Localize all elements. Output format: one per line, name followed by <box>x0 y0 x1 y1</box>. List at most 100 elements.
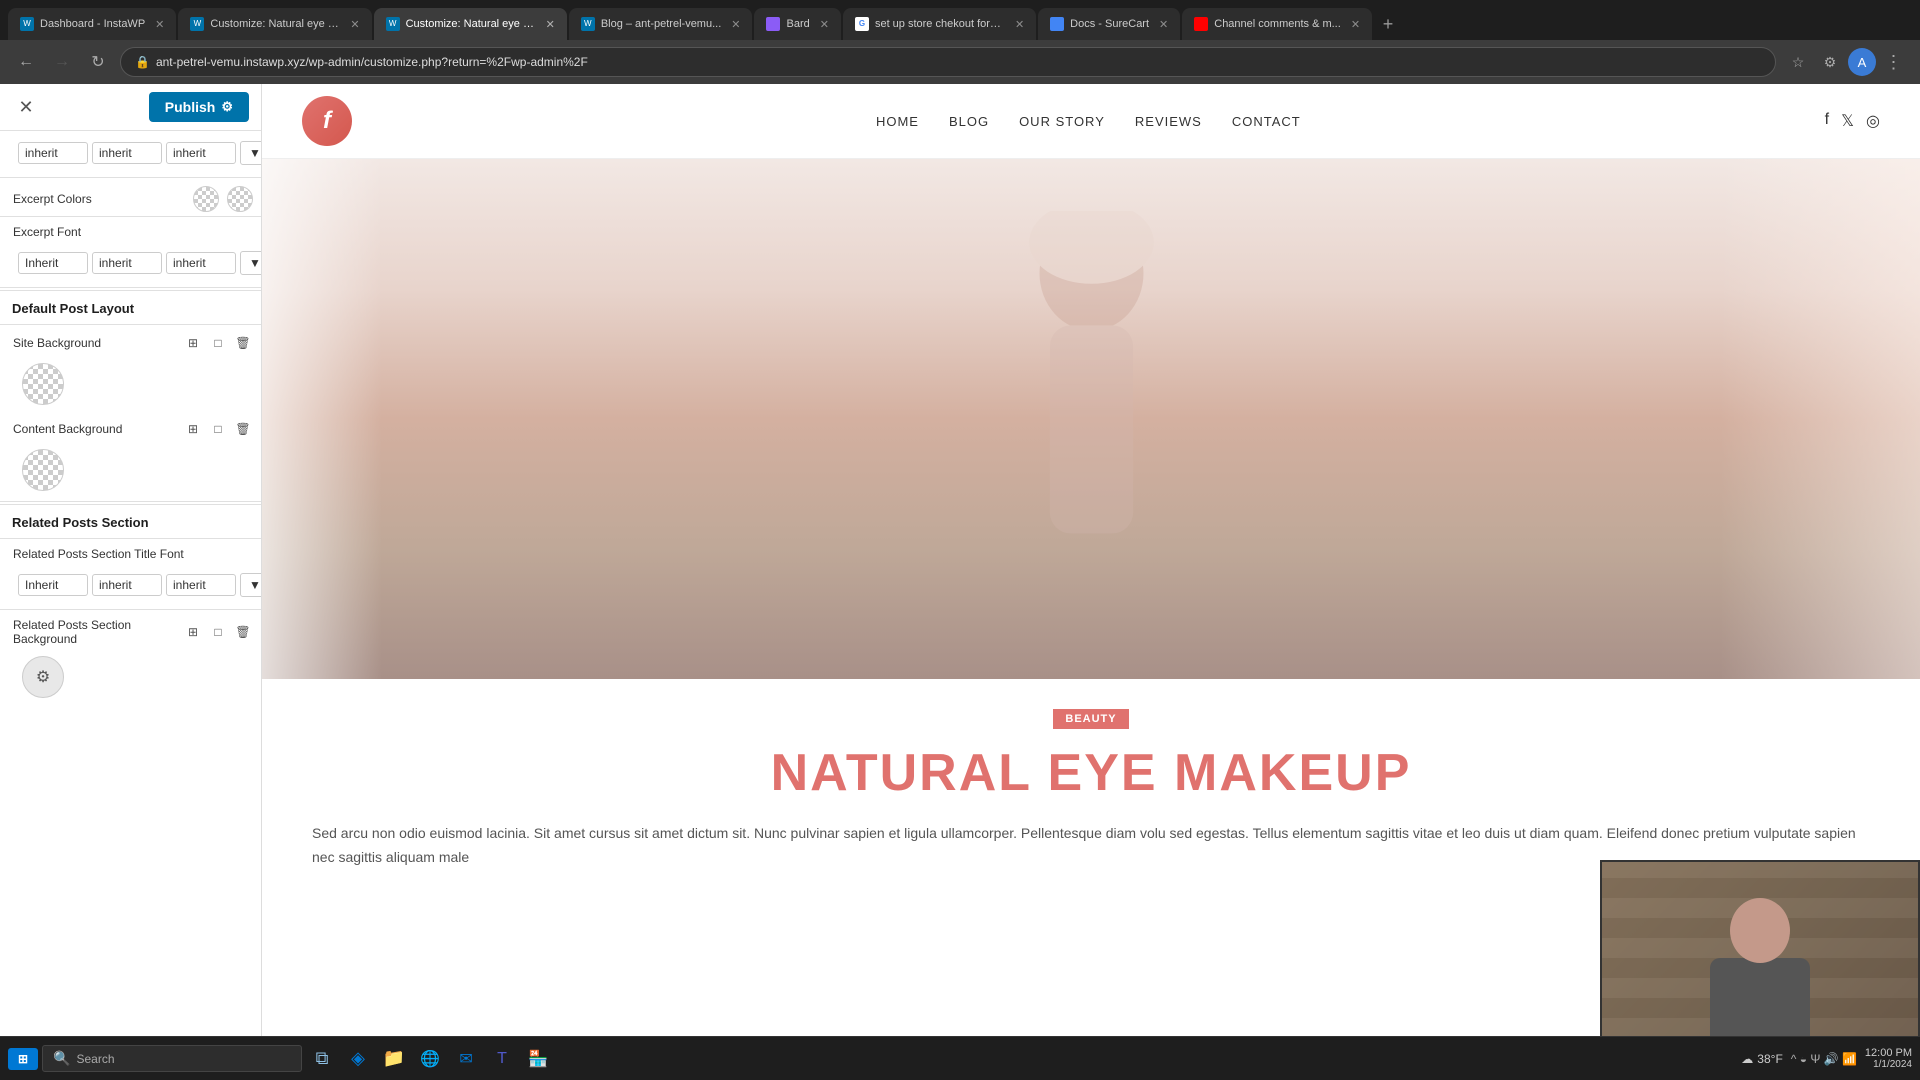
nav-our-story[interactable]: OUR STORY <box>1019 114 1105 129</box>
content-bg-icon-2[interactable]: □ <box>208 419 228 439</box>
excerpt-colors-label: Excerpt Colors <box>8 192 193 206</box>
site-bg-icon-3[interactable]: 🗑 <box>233 333 253 353</box>
tab-close-2[interactable]: ✕ <box>350 18 359 31</box>
main-layout: ✕ Publish ⚙ ▼ <box>0 84 1920 1080</box>
panel-scroll-area[interactable]: ▼ Excerpt Colors <box>0 131 261 1042</box>
tab-dashboard[interactable]: W Dashboard - InstaWP ✕ <box>8 8 176 40</box>
tab-customize-2[interactable]: W Customize: Natural eye m... ✕ <box>178 8 371 40</box>
weather-widget: ☁ 38°F <box>1741 1052 1782 1066</box>
teams-icon: T <box>497 1050 507 1068</box>
nav-home[interactable]: HOME <box>876 114 919 129</box>
extensions-button[interactable]: ⚙ <box>1816 48 1844 76</box>
font-dropdown-1[interactable]: ▼ <box>240 141 261 165</box>
taskbar-store-icon[interactable]: 🏪 <box>522 1043 554 1075</box>
beauty-badge: BEAUTY <box>1053 709 1128 729</box>
tab-close-8[interactable]: ✕ <box>1351 18 1360 31</box>
publish-bar: ✕ Publish ⚙ <box>0 84 261 131</box>
nav-contact[interactable]: CONTACT <box>1232 114 1301 129</box>
font-row-top: ▼ <box>0 131 261 175</box>
file-explorer-icon: 📁 <box>383 1048 405 1069</box>
tab-store[interactable]: G set up store chekout form... ✕ <box>843 8 1036 40</box>
close-customizer-button[interactable]: ✕ <box>12 93 40 121</box>
nav-blog[interactable]: BLOG <box>949 114 989 129</box>
font-input-1b[interactable] <box>92 142 162 164</box>
tab-favicon-6: G <box>855 17 869 31</box>
profile-button[interactable]: A <box>1848 48 1876 76</box>
taskbar-teams-icon[interactable]: T <box>486 1043 518 1075</box>
font-input-2b[interactable] <box>92 252 162 274</box>
tab-blog[interactable]: W Blog – ant-petrel-vemu... ✕ <box>569 8 753 40</box>
menu-button[interactable]: ⋮ <box>1880 48 1908 76</box>
taskbar-view-icon[interactable]: ⧉ <box>306 1043 338 1075</box>
browser-window: W Dashboard - InstaWP ✕ W Customize: Nat… <box>0 0 1920 84</box>
font-input-2a[interactable] <box>18 252 88 274</box>
tab-yt[interactable]: Channel comments & m... ✕ <box>1182 8 1372 40</box>
tab-close-5[interactable]: ✕ <box>820 18 829 31</box>
tab-close-6[interactable]: ✕ <box>1015 18 1024 31</box>
tab-close-4[interactable]: ✕ <box>731 18 740 31</box>
tab-docs[interactable]: Docs - SureCart ✕ <box>1038 8 1180 40</box>
font-input-1c[interactable] <box>166 142 236 164</box>
related-posts-title-font-label: Related Posts Section Title Font <box>8 547 253 561</box>
forward-button[interactable]: → <box>48 48 76 76</box>
content-background-swatch[interactable] <box>22 449 64 491</box>
excerpt-color-2[interactable] <box>227 186 253 212</box>
weather-icon: ☁ <box>1741 1052 1753 1066</box>
related-posts-bg-icon-2[interactable]: □ <box>208 622 228 642</box>
facebook-icon[interactable]: f <box>1825 111 1829 131</box>
taskbar-chrome-icon[interactable]: 🌐 <box>414 1043 446 1075</box>
reload-button[interactable]: ↻ <box>84 48 112 76</box>
tab-favicon-7 <box>1050 17 1064 31</box>
nav-reviews[interactable]: REVIEWS <box>1135 114 1202 129</box>
twitter-icon[interactable]: 𝕏 <box>1841 111 1854 131</box>
font-dropdown-2[interactable]: ▼ <box>240 251 261 275</box>
instagram-icon[interactable]: ◎ <box>1866 111 1880 131</box>
site-bg-icon-1[interactable]: ⊞ <box>183 333 203 353</box>
font-dropdown-3[interactable]: ▼ <box>240 573 261 597</box>
taskbar-explorer-icon[interactable]: 📁 <box>378 1043 410 1075</box>
tab-bard[interactable]: Bard ✕ <box>754 8 840 40</box>
address-bar[interactable]: 🔒 ant-petrel-vemu.instawp.xyz/wp-admin/c… <box>120 47 1776 77</box>
address-text: ant-petrel-vemu.instawp.xyz/wp-admin/cus… <box>156 55 588 69</box>
related-posts-bg-icon-1[interactable]: ⊞ <box>183 622 203 642</box>
tab-title-6: set up store chekout form... <box>875 18 1005 30</box>
font-input-3c[interactable] <box>166 574 236 596</box>
new-tab-button[interactable]: + <box>1374 10 1402 38</box>
font-row-3: ▼ <box>8 567 253 603</box>
social-icons: f 𝕏 ◎ <box>1825 111 1880 131</box>
publish-button[interactable]: Publish ⚙ <box>149 92 249 122</box>
tab-favicon-5 <box>766 17 780 31</box>
content-bg-icon-3[interactable]: 🗑 <box>233 419 253 439</box>
font-input-1a[interactable] <box>18 142 88 164</box>
back-button[interactable]: ← <box>12 48 40 76</box>
site-bg-icon-2[interactable]: □ <box>208 333 228 353</box>
related-posts-bg-icon-3[interactable]: 🗑 <box>233 622 253 642</box>
tab-title-3: Customize: Natural eye m... <box>406 18 536 30</box>
content-bg-icon-1[interactable]: ⊞ <box>183 419 203 439</box>
font-input-3a[interactable] <box>18 574 88 596</box>
date-display: 1/1/2024 <box>1865 1059 1912 1070</box>
font-input-3b[interactable] <box>92 574 162 596</box>
tab-close-3[interactable]: ✕ <box>546 18 555 31</box>
hero-image-area <box>262 159 1920 679</box>
taskbar-outlook-icon[interactable]: ✉ <box>450 1043 482 1075</box>
font-row-3-container: ▼ <box>0 563 261 607</box>
tab-favicon-3: W <box>386 17 400 31</box>
taskbar-search[interactable]: 🔍 Search <box>42 1045 302 1072</box>
excerpt-font-row: Excerpt Font <box>0 219 261 241</box>
default-post-layout-header: Default Post Layout <box>0 290 261 322</box>
excerpt-color-1[interactable] <box>193 186 219 212</box>
post-title: NATURAL EYE MAKEUP <box>312 745 1870 802</box>
tab-bar: W Dashboard - InstaWP ✕ W Customize: Nat… <box>0 0 1920 40</box>
tab-customize-3[interactable]: W Customize: Natural eye m... ✕ <box>374 8 567 40</box>
site-background-swatch[interactable] <box>22 363 64 405</box>
tab-title-1: Dashboard - InstaWP <box>40 18 145 30</box>
tab-close-1[interactable]: ✕ <box>155 18 164 31</box>
clock: 12:00 PM 1/1/2024 <box>1865 1047 1912 1070</box>
font-input-2c[interactable] <box>166 252 236 274</box>
taskbar-edge-icon[interactable]: ◈ <box>342 1043 374 1075</box>
start-button[interactable]: ⊞ <box>8 1048 38 1070</box>
related-posts-bg-swatch[interactable]: ⚙ <box>22 656 64 698</box>
bookmark-button[interactable]: ☆ <box>1784 48 1812 76</box>
tab-close-7[interactable]: ✕ <box>1159 18 1168 31</box>
